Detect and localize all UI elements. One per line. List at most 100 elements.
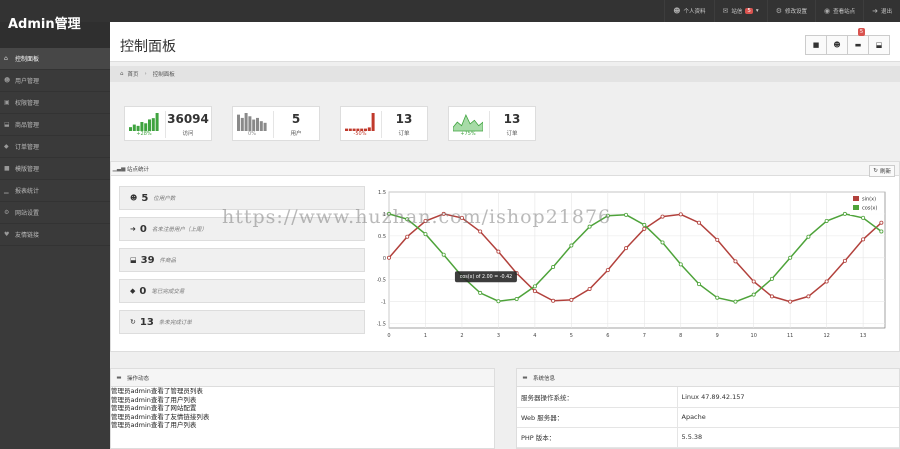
system-info-key: 服务器操作系统： [517, 387, 678, 408]
home-icon[interactable]: ⌂ [120, 71, 124, 77]
stat-change: +28% [136, 131, 152, 137]
stat-row-text: 位用户数 [153, 196, 176, 202]
divider [273, 111, 274, 138]
topnav-item[interactable]: ✉ 站信 5 ▾ [713, 0, 767, 22]
sidebar-item[interactable]: ◆ 订单管理 [0, 136, 110, 158]
stat-row-text: 笔已完成交易 [151, 289, 185, 295]
sparkline [237, 113, 267, 131]
watermark: https://www.huzhan.com/ishop21876 [222, 206, 612, 228]
topnav-item[interactable]: ◉ 查看站点 [814, 0, 863, 22]
sidebar-item[interactable]: ☻ 用户管理 [0, 70, 110, 92]
tag-icon: ◆ [4, 143, 9, 150]
header-button[interactable]: ☻ [826, 35, 848, 55]
stat-box[interactable]: +28% 36094 访问 [124, 106, 212, 141]
data-point [569, 297, 574, 302]
page-title: 控制面板 [120, 39, 176, 55]
data-point [642, 222, 647, 227]
header-button[interactable]: ■ [805, 35, 827, 55]
topnav-label: 修改设置 [784, 9, 807, 15]
data-point [806, 294, 811, 299]
site-stats-panel: ▁▃▅ 站点统计 ↻ 刷新 ☻ 5 位用户数 ➜ 0 名未注册用户（上周） ⬓ 39 件商品 ◆ 0… [110, 161, 900, 352]
refresh-icon: ↻ [873, 168, 878, 174]
comment-icon: ▬ [116, 374, 122, 381]
chevron-down-icon: ▾ [755, 8, 759, 14]
data-point [587, 286, 592, 291]
sidebar-item[interactable]: ▣ 权限管理 [0, 92, 110, 114]
user-icon: ☻ [130, 194, 138, 202]
x-tick-label: 7 [643, 333, 646, 339]
stat-box[interactable]: 0% 5 用户 [232, 106, 320, 141]
stat-box[interactable]: +75% 13 订单 [448, 106, 536, 141]
sidebar-item[interactable]: ⬓ 商品管理 [0, 114, 110, 136]
sidebar-item-label: 网站设置 [15, 210, 40, 217]
breadcrumb: ⌂ 首页 › 控制面板 [110, 66, 900, 82]
data-point [624, 212, 629, 217]
log-line: 管理员admin查看了友情链接列表 [111, 412, 210, 421]
x-tick-label: 13 [860, 333, 866, 339]
sparkline-bar [240, 117, 244, 131]
main-content: 控制面板 ■ ☻ ▬ 5 ⬓ ⌂ 首页 › 控制面板 +28% 36094 访问 0% 5 用户 -… [110, 22, 900, 449]
sparkline-bar [155, 113, 159, 131]
x-tick-label: 12 [823, 333, 829, 339]
data-point [551, 265, 556, 270]
cart-icon: ⬓ [4, 121, 10, 128]
system-info-panel: ▬ 系统信息 服务器操作系统： Linux 47.89.42.157 Web 服务器… [516, 368, 900, 449]
sidebar-item[interactable]: ♥ 友情链接 [0, 224, 110, 246]
sparkline-bar [148, 119, 151, 131]
data-point [423, 232, 428, 237]
stat-row: ↻ 13 条未完成订单 [119, 310, 365, 334]
stat-box[interactable]: -50% 13 订单 [340, 106, 428, 141]
panel-header: ▬ 系统信息 [517, 369, 899, 387]
topnav-item[interactable]: ⚙ 修改设置 [766, 0, 815, 22]
divider [489, 111, 490, 138]
sparkline-bar [248, 116, 252, 131]
log-line: 管理员admin查看了用户列表 [111, 395, 197, 404]
breadcrumb-current: 控制面板 [152, 72, 175, 78]
stat-value: 13 [395, 112, 413, 126]
data-point [751, 292, 756, 297]
cart-icon: ⬓ [875, 41, 883, 49]
sparkline-bar [244, 113, 248, 131]
brand-logo[interactable]: Admin管理 [8, 13, 81, 32]
y-tick-label: -0.5 [377, 278, 386, 284]
sidebar-item-label: 权限管理 [15, 100, 40, 107]
arrow-right-icon: ➜ [130, 225, 136, 233]
sidebar-item[interactable]: ▁ 报表统计 [0, 180, 110, 202]
sidebar-item[interactable]: ⌂ 控制面板 [0, 48, 110, 70]
sidebar-item-label: 报表统计 [15, 188, 40, 195]
stat-row-number: 0 [139, 223, 147, 235]
stat-label: 访问 [182, 131, 194, 137]
sparkline-bar [256, 117, 259, 131]
notification-badge: 5 [857, 28, 865, 36]
data-point [496, 299, 501, 304]
sidebar: ⌂ 控制面板 ☻ 用户管理 ▣ 权限管理 ⬓ 商品管理 ◆ 订单管理 ■ 模版管理 ▁ 报表统计 ⚙ 网站设置… [0, 48, 110, 449]
data-point [788, 255, 793, 260]
stat-row: ⬓ 39 件商品 [119, 248, 365, 272]
sidebar-item[interactable]: ⚙ 网站设置 [0, 202, 110, 224]
mail-icon: ✉ [722, 7, 729, 15]
header-button[interactable]: ⬓ [868, 35, 890, 55]
stat-row-text: 名未注册用户（上周） [151, 227, 207, 233]
data-point [514, 297, 519, 302]
topnav-label: 个人资料 [683, 9, 706, 15]
sparkline-bar [371, 113, 375, 131]
topnav-item[interactable]: ☻ 个人资料 [664, 0, 713, 22]
data-point [879, 229, 884, 234]
panel-title: 操作动态 [127, 375, 150, 382]
refresh-button[interactable]: ↻ 刷新 [869, 165, 895, 177]
data-point [441, 252, 446, 257]
logout-icon: ➜ [872, 7, 878, 15]
sparkline-bar [140, 122, 144, 131]
topnav-item[interactable]: ➜ 退出 [863, 0, 900, 22]
user-icon: ☻ [673, 7, 681, 15]
breadcrumb-home[interactable]: 首页 [128, 70, 139, 78]
stat-row-number: 0 [139, 285, 147, 297]
data-point [678, 262, 683, 267]
data-point [478, 290, 483, 295]
x-tick-label: 6 [606, 333, 609, 339]
header-button[interactable]: ▬ 5 [847, 28, 869, 55]
x-tick-label: 1 [424, 333, 427, 339]
topnav-label: 退出 [880, 9, 892, 15]
x-tick-label: 11 [787, 333, 793, 339]
sidebar-item[interactable]: ■ 模版管理 [0, 158, 110, 180]
